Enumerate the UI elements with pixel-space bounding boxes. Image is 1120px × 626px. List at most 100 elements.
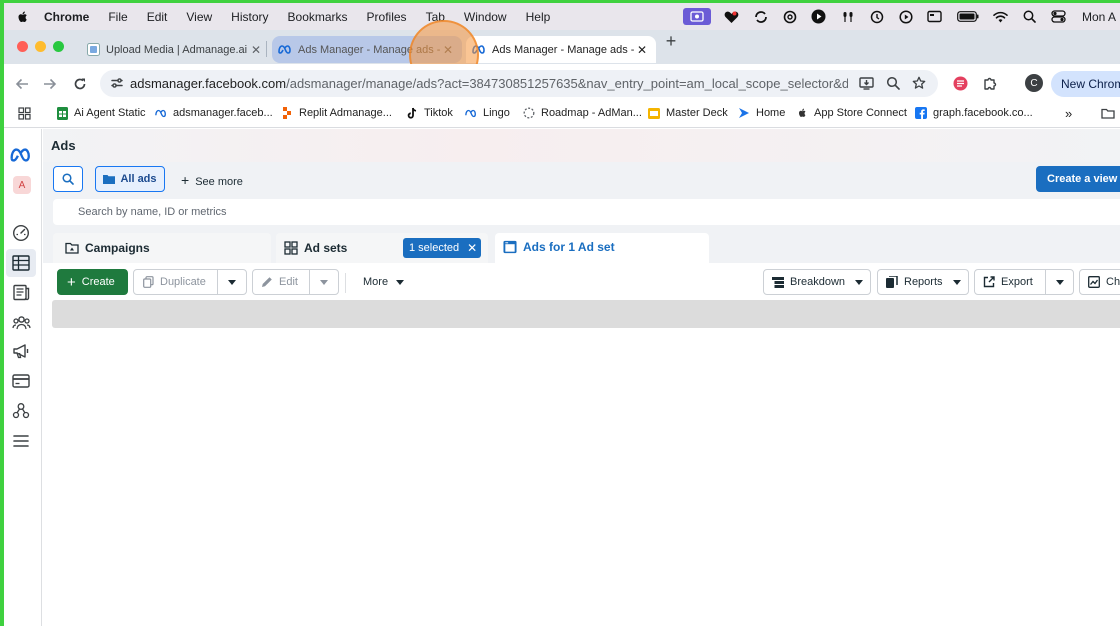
campaigns-megaphone-icon[interactable] (11, 341, 31, 361)
openai-icon[interactable] (782, 9, 798, 25)
duplicate-dropdown[interactable] (217, 269, 247, 295)
menu-edit[interactable]: Edit (147, 10, 168, 24)
close-tab-icon[interactable]: ✕ (248, 42, 264, 58)
selected-count-badge[interactable]: 1 selected ✕ (403, 238, 481, 258)
bookmark-lingo[interactable]: Lingo (465, 107, 510, 119)
menu-profiles[interactable]: Profiles (367, 10, 407, 24)
tab-ads-manager-2[interactable]: Ads Manager - Manage ads - ✕ (466, 36, 656, 63)
spotlight-search-icon[interactable] (1022, 9, 1038, 25)
apple-menu-icon[interactable] (16, 10, 30, 24)
bookmark-adsmanager[interactable]: adsmanager.faceb... (155, 107, 273, 119)
search-toggle-button[interactable] (53, 166, 83, 192)
menu-clock[interactable]: Mon A (1082, 10, 1116, 24)
menu-app-name[interactable]: Chrome (44, 10, 89, 24)
bookmarks-bar: Ai Agent Static adsmanager.faceb... Repl… (4, 102, 1120, 128)
ads-manager-table-icon[interactable] (6, 249, 36, 277)
create-button[interactable]: + Create (57, 269, 128, 295)
new-tab-button[interactable]: + (662, 32, 680, 50)
media-play-icon[interactable] (898, 9, 914, 25)
profile-avatar[interactable]: C (1025, 74, 1043, 92)
bookmark-home[interactable]: Home (738, 107, 785, 119)
extensions-puzzle-icon[interactable] (982, 75, 998, 91)
reports-icon (886, 276, 898, 288)
zoom-icon[interactable] (885, 75, 901, 91)
tab-upload-media[interactable]: Upload Media | Admanage.ai ✕ (80, 36, 264, 63)
campaign-folder-icon (65, 241, 79, 255)
bookmark-master-deck[interactable]: Master Deck (648, 107, 728, 119)
back-button[interactable] (14, 76, 30, 92)
bookmark-app-store-connect[interactable]: App Store Connect (796, 107, 907, 119)
tab-ads[interactable]: Ads for 1 Ad set (495, 233, 709, 263)
bookmark-tiktok[interactable]: Tiktok (406, 107, 453, 119)
table-area (43, 299, 1120, 626)
play-app-icon[interactable] (811, 9, 827, 25)
site-settings-icon[interactable] (109, 75, 125, 91)
all-ads-view-button[interactable]: All ads (95, 166, 165, 192)
menu-bookmarks[interactable]: Bookmarks (288, 10, 348, 24)
close-tab-icon[interactable]: ✕ (634, 42, 650, 58)
menu-history[interactable]: History (231, 10, 268, 24)
export-dropdown[interactable] (1045, 269, 1074, 295)
toolbar-divider (345, 273, 346, 293)
menu-file[interactable]: File (108, 10, 127, 24)
bookmark-ai-agent-static[interactable]: Ai Agent Static (56, 106, 146, 120)
more-bookmarks-chevron-icon[interactable]: » (1065, 106, 1072, 121)
bookmark-star-icon[interactable] (911, 75, 927, 91)
new-chrome-button[interactable]: New Chrome (1051, 71, 1120, 97)
more-button[interactable]: More (353, 269, 413, 295)
see-more-button[interactable]: + See more (181, 172, 243, 188)
audiences-people-icon[interactable] (11, 312, 31, 332)
wifi-icon[interactable] (993, 9, 1009, 25)
address-bar[interactable]: adsmanager.facebook.com/adsmanager/manag… (100, 70, 938, 97)
menu-view[interactable]: View (186, 10, 212, 24)
business-settings-icon[interactable] (11, 401, 31, 421)
window-close-button[interactable] (17, 41, 28, 52)
tab-campaigns[interactable]: Campaigns (53, 233, 271, 263)
account-avatar[interactable]: A (13, 176, 31, 194)
pages-newspaper-icon[interactable] (11, 282, 31, 302)
create-view-button[interactable]: Create a view (1036, 166, 1120, 192)
edit-dropdown[interactable] (309, 269, 339, 295)
search-input[interactable]: Search by name, ID or metrics (78, 206, 227, 218)
bookmark-graph-facebook[interactable]: graph.facebook.co... (915, 107, 1033, 119)
reports-button[interactable]: Reports (877, 269, 969, 295)
forward-button[interactable] (42, 76, 58, 92)
folder-icon (103, 175, 116, 184)
extension-heart-icon[interactable] (724, 9, 740, 25)
display-icon[interactable] (927, 9, 943, 25)
window-minimize-button[interactable] (35, 41, 46, 52)
duplicate-button[interactable]: Duplicate (133, 269, 218, 295)
control-center-icon[interactable] (1051, 9, 1067, 25)
billing-card-icon[interactable] (11, 371, 31, 391)
all-tools-menu-icon[interactable] (11, 431, 31, 451)
all-bookmarks-folder-icon[interactable] (1101, 107, 1115, 119)
window-zoom-button[interactable] (53, 41, 64, 52)
apple-icon (796, 107, 808, 119)
extension-red-icon[interactable] (952, 75, 968, 91)
apps-grid-icon[interactable] (18, 107, 31, 120)
reload-button[interactable] (72, 76, 88, 92)
edit-button[interactable]: Edit (252, 269, 310, 295)
meta-icon (155, 107, 167, 119)
roadmap-icon (523, 107, 535, 119)
adsets-grid-icon (284, 241, 298, 255)
charts-button[interactable]: Cha (1079, 269, 1120, 295)
breakdown-button[interactable]: Breakdown (763, 269, 871, 295)
menu-help[interactable]: Help (526, 10, 551, 24)
install-app-icon[interactable] (858, 75, 874, 91)
menu-window[interactable]: Window (464, 10, 507, 24)
sync-icon[interactable] (753, 9, 769, 25)
caret-down-icon (396, 279, 405, 285)
dashboard-gauge-icon[interactable] (11, 223, 31, 243)
home-arrow-icon (738, 107, 750, 119)
search-bar[interactable]: Search by name, ID or metrics (53, 199, 1120, 225)
meta-logo-icon[interactable] (9, 145, 33, 165)
clear-selection-icon[interactable]: ✕ (467, 241, 477, 255)
bookmark-roadmap[interactable]: Roadmap - AdMan... (523, 107, 642, 119)
export-button[interactable]: Export (974, 269, 1046, 295)
chart-line-icon (1088, 276, 1100, 288)
bookmark-replit[interactable]: Replit Admanage... (281, 107, 392, 119)
airpods-icon[interactable] (840, 9, 856, 25)
time-machine-icon[interactable] (869, 9, 885, 25)
screen-record-icon[interactable] (682, 8, 711, 25)
